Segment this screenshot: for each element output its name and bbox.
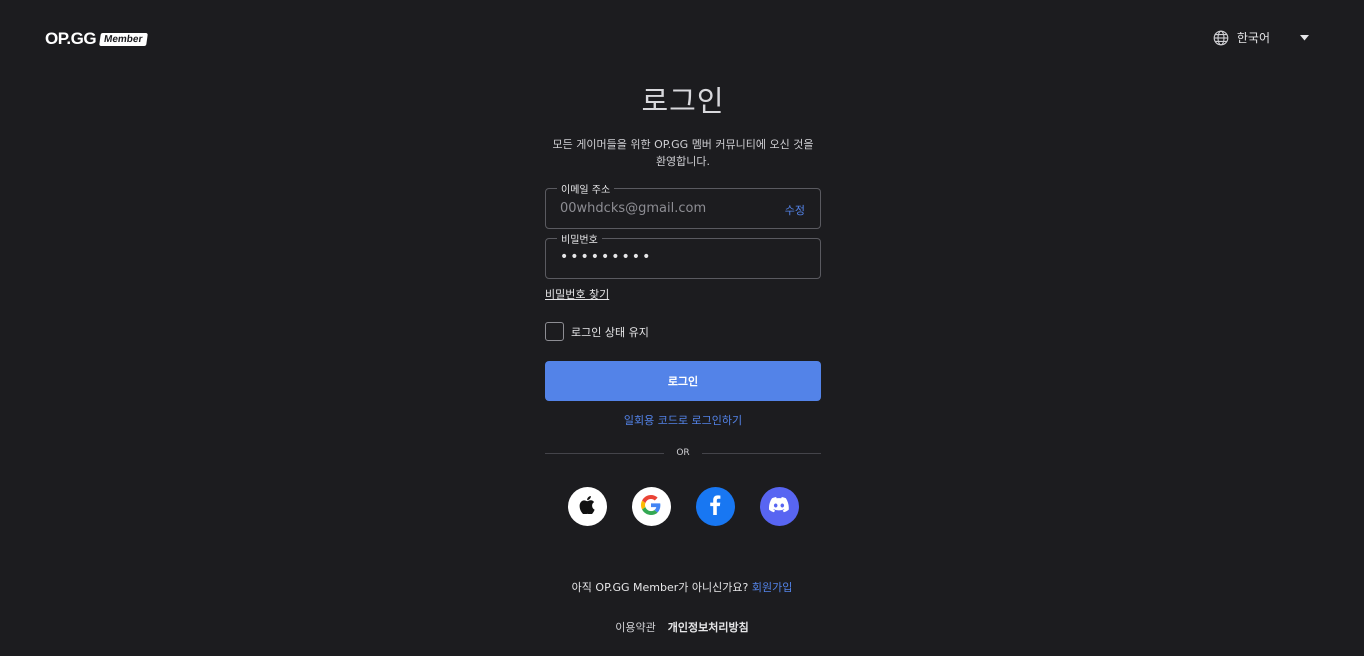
find-password-link[interactable]: 비밀번호 찾기 [545,286,609,302]
discord-icon [768,496,789,517]
privacy-policy-link[interactable]: 개인정보처리방침 [668,619,749,635]
email-value: 00whdcks@gmail.com [560,201,707,216]
google-login-button[interactable] [631,487,671,526]
remember-me[interactable]: 로그인 상태 유지 [545,322,821,341]
facebook-login-button[interactable] [695,487,735,526]
or-divider: OR [545,448,821,458]
password-value: ••••••••• [560,249,653,265]
email-field[interactable]: 이메일 주소 00whdcks@gmail.com 수정 [545,181,821,229]
terms-link[interactable]: 이용약관 [615,619,655,635]
welcome-line-2: 환영합니다. [655,155,711,168]
or-text: OR [676,448,690,458]
welcome-text: 모든 게이머들을 위한 OP.GG 멤버 커뮤니티에 오신 것을 환영합니다. [545,136,821,170]
login-button[interactable]: 로그인 [545,361,821,401]
signup-link[interactable]: 회원가입 [752,581,792,594]
discord-login-button[interactable] [759,487,799,526]
welcome-line-1: 모든 게이머들을 위한 OP.GG 멤버 커뮤니티에 오신 것을 [552,138,814,151]
password-label: 비밀번호 [557,231,602,246]
password-field[interactable]: 비밀번호 ••••••••• [545,231,821,279]
language-label: 한국어 [1236,31,1270,45]
page-title: 로그인 [641,84,725,118]
apple-icon [579,495,595,518]
email-label: 이메일 주소 [557,181,615,196]
remember-me-checkbox[interactable] [545,322,564,341]
email-edit-button[interactable]: 수정 [785,202,805,218]
divider-line-right [701,452,821,454]
opgg-member-logo[interactable]: OP.GG Member [45,29,149,49]
globe-icon [1213,30,1229,46]
logo-badge: Member [99,32,149,46]
social-login-buttons [545,487,821,526]
logo-text: OP.GG [45,29,97,48]
login-form: 로그인 모든 게이머들을 위한 OP.GG 멤버 커뮤니티에 오신 것을 환영합… [545,78,821,526]
apple-login-button[interactable] [567,487,607,526]
facebook-icon [709,494,721,519]
signup-prompt: 아직 OP.GG Member가 아니신가요? 회원가입 [0,579,1364,595]
google-icon [641,494,661,519]
remember-me-label: 로그인 상태 유지 [571,325,649,339]
footer-links: 이용약관 개인정보처리방침 [0,619,1364,635]
caret-down-icon [1300,34,1309,41]
otp-login-link[interactable]: 일회용 코드로 로그인하기 [545,412,821,428]
signup-prompt-text: 아직 OP.GG Member가 아니신가요? [571,581,749,594]
login-page: OP.GG Member 한국어 로그인 모든 게이머들을 위한 OP.GG 멤… [0,0,1364,656]
divider-line-left [545,452,665,454]
language-selector[interactable]: 한국어 [1213,29,1309,46]
